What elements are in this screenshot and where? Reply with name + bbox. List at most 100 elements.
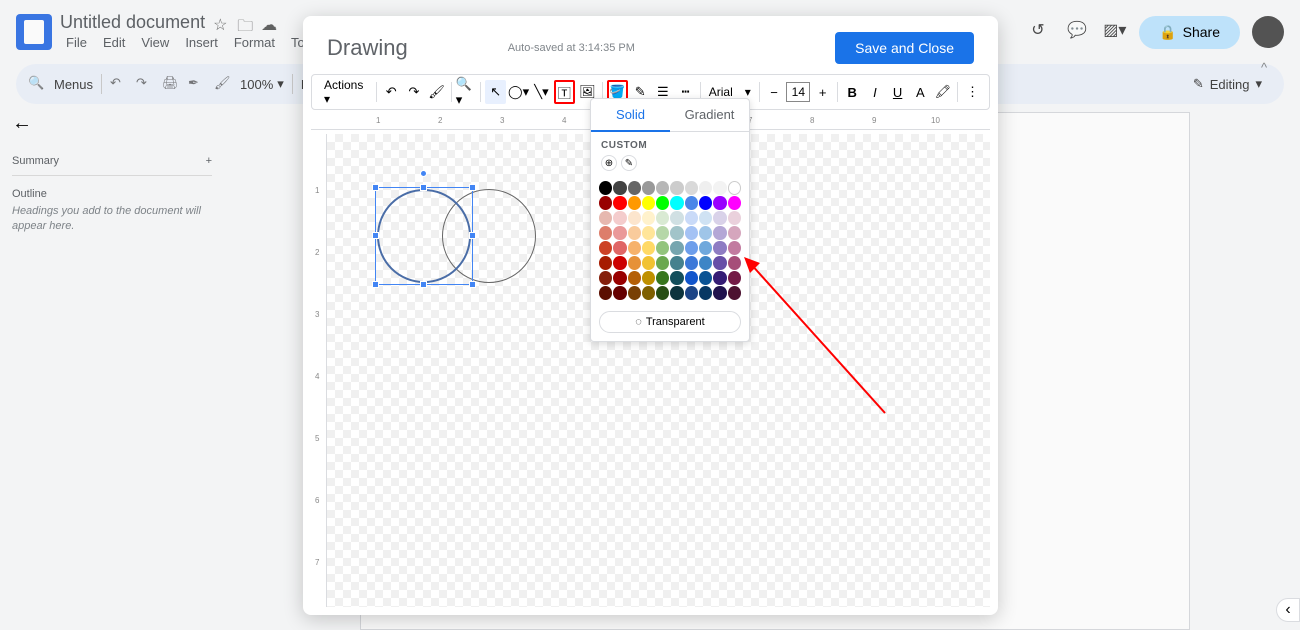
color-swatch[interactable]: [628, 226, 641, 240]
color-swatch[interactable]: [628, 256, 641, 270]
add-custom-color-icon[interactable]: ⊕: [601, 155, 617, 171]
color-swatch[interactable]: [599, 196, 612, 210]
color-swatch[interactable]: [699, 286, 712, 300]
decrease-font-icon[interactable]: −: [764, 80, 785, 104]
color-swatch[interactable]: [728, 211, 741, 225]
color-swatch[interactable]: [699, 181, 712, 195]
rotate-handle[interactable]: [420, 170, 427, 177]
resize-handle[interactable]: [420, 184, 427, 191]
color-swatch[interactable]: [713, 181, 726, 195]
gradient-tab[interactable]: Gradient: [670, 99, 749, 132]
color-swatch[interactable]: [656, 256, 669, 270]
color-swatch[interactable]: [728, 256, 741, 270]
color-swatch[interactable]: [628, 241, 641, 255]
color-swatch[interactable]: [599, 286, 612, 300]
zoom-icon[interactable]: 🔍▾: [456, 80, 477, 104]
color-swatch[interactable]: [685, 256, 698, 270]
color-swatch[interactable]: [656, 271, 669, 285]
undo-icon[interactable]: ↶: [381, 80, 402, 104]
text-color-icon[interactable]: A: [910, 80, 931, 104]
color-swatch[interactable]: [699, 241, 712, 255]
color-swatch[interactable]: [713, 271, 726, 285]
font-family-dropdown[interactable]: Arial▾: [705, 85, 755, 99]
color-swatch[interactable]: [728, 196, 741, 210]
color-swatch[interactable]: [613, 196, 626, 210]
color-swatch[interactable]: [599, 226, 612, 240]
color-swatch[interactable]: [699, 211, 712, 225]
color-swatch[interactable]: [713, 211, 726, 225]
explore-icon[interactable]: ‹: [1276, 598, 1300, 622]
color-swatch[interactable]: [670, 226, 683, 240]
shape-tool-icon[interactable]: ◯▾: [508, 80, 529, 104]
color-swatch[interactable]: [656, 286, 669, 300]
color-swatch[interactable]: [628, 196, 641, 210]
resize-handle[interactable]: [469, 281, 476, 288]
color-swatch[interactable]: [685, 271, 698, 285]
underline-icon[interactable]: U: [887, 80, 908, 104]
color-swatch[interactable]: [713, 256, 726, 270]
color-swatch[interactable]: [699, 196, 712, 210]
redo-icon[interactable]: ↷: [404, 80, 425, 104]
resize-handle[interactable]: [469, 232, 476, 239]
font-size-input[interactable]: [786, 82, 810, 102]
bold-icon[interactable]: B: [842, 80, 863, 104]
color-swatch[interactable]: [670, 286, 683, 300]
color-swatch[interactable]: [728, 271, 741, 285]
color-swatch[interactable]: [613, 271, 626, 285]
resize-handle[interactable]: [420, 281, 427, 288]
resize-handle[interactable]: [372, 281, 379, 288]
select-tool-icon[interactable]: ↖: [485, 80, 506, 104]
color-swatch[interactable]: [628, 181, 641, 195]
text-box-tool-icon[interactable]: 🅃: [554, 80, 575, 104]
actions-dropdown[interactable]: Actions ▾: [318, 80, 372, 104]
color-swatch[interactable]: [728, 241, 741, 255]
save-and-close-button[interactable]: Save and Close: [835, 32, 974, 64]
color-swatch[interactable]: [670, 181, 683, 195]
color-swatch[interactable]: [642, 241, 655, 255]
color-swatch[interactable]: [599, 241, 612, 255]
transparent-button[interactable]: ◌ Transparent: [599, 311, 741, 333]
color-swatch[interactable]: [670, 241, 683, 255]
color-swatch[interactable]: [656, 226, 669, 240]
color-swatch[interactable]: [642, 286, 655, 300]
color-swatch[interactable]: [613, 256, 626, 270]
color-swatch[interactable]: [713, 286, 726, 300]
color-swatch[interactable]: [670, 256, 683, 270]
color-swatch[interactable]: [628, 211, 641, 225]
color-swatch[interactable]: [713, 241, 726, 255]
color-swatch[interactable]: [613, 226, 626, 240]
color-swatch[interactable]: [670, 211, 683, 225]
color-swatch[interactable]: [728, 286, 741, 300]
color-swatch[interactable]: [713, 196, 726, 210]
color-swatch[interactable]: [599, 271, 612, 285]
color-swatch[interactable]: [656, 181, 669, 195]
increase-font-icon[interactable]: +: [812, 80, 833, 104]
color-swatch[interactable]: [685, 181, 698, 195]
color-swatch[interactable]: [685, 211, 698, 225]
eyedropper-icon[interactable]: ✎: [621, 155, 637, 171]
color-swatch[interactable]: [599, 181, 612, 195]
color-swatch[interactable]: [656, 196, 669, 210]
color-swatch[interactable]: [613, 241, 626, 255]
color-swatch[interactable]: [685, 286, 698, 300]
color-swatch[interactable]: [699, 271, 712, 285]
solid-tab[interactable]: Solid: [591, 99, 670, 132]
color-swatch[interactable]: [599, 256, 612, 270]
color-swatch[interactable]: [670, 271, 683, 285]
line-tool-icon[interactable]: ╲▾: [531, 80, 552, 104]
color-swatch[interactable]: [728, 226, 741, 240]
color-swatch[interactable]: [642, 256, 655, 270]
color-swatch[interactable]: [642, 271, 655, 285]
color-swatch[interactable]: [642, 226, 655, 240]
color-swatch[interactable]: [713, 226, 726, 240]
color-swatch[interactable]: [685, 226, 698, 240]
resize-handle[interactable]: [372, 184, 379, 191]
paint-format-icon[interactable]: 🖌: [426, 80, 447, 104]
color-swatch[interactable]: [699, 256, 712, 270]
more-options-icon[interactable]: ⋮: [962, 80, 983, 104]
color-swatch[interactable]: [670, 196, 683, 210]
color-swatch[interactable]: [613, 211, 626, 225]
resize-handle[interactable]: [372, 232, 379, 239]
color-swatch[interactable]: [685, 241, 698, 255]
color-swatch[interactable]: [613, 181, 626, 195]
